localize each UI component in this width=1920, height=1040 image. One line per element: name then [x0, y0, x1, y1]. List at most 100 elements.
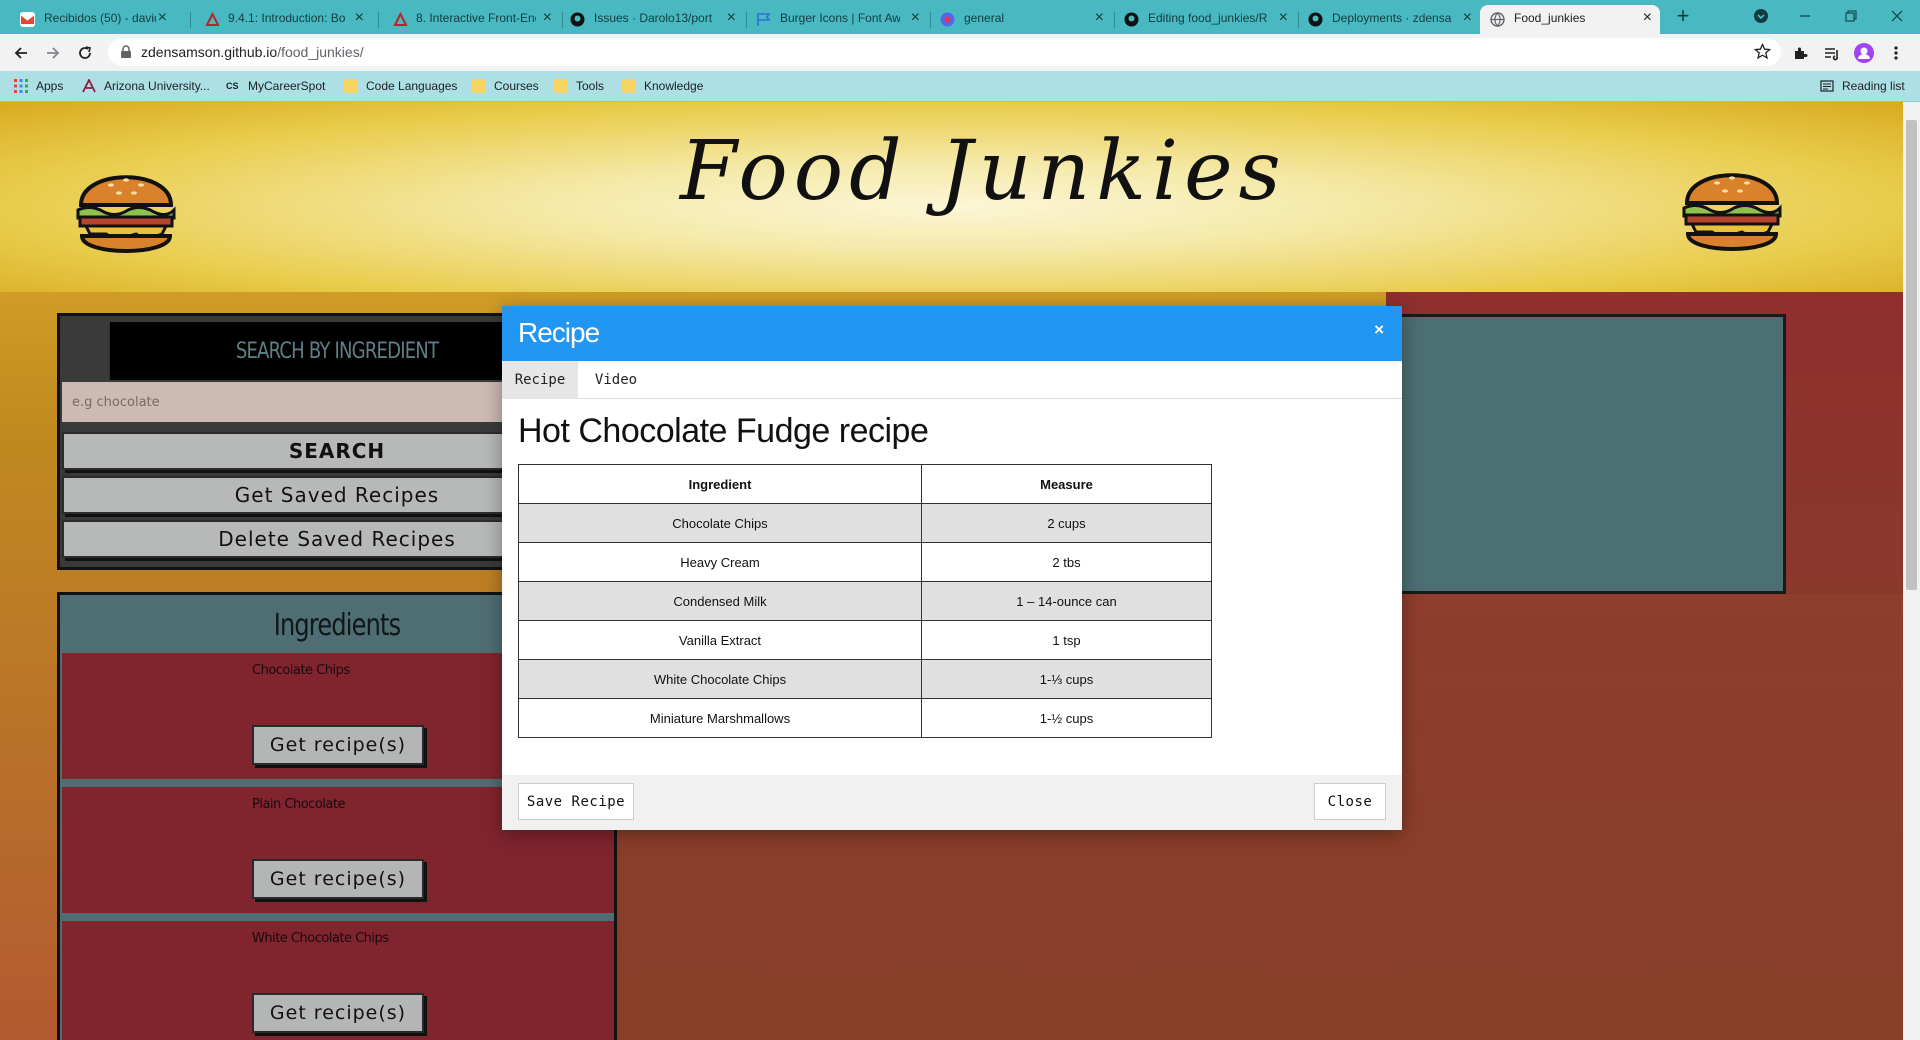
bookmark-star-icon[interactable]: [1753, 42, 1772, 65]
ingredient-cell: Condensed Milk: [518, 581, 922, 621]
bookmark-label: Tools: [576, 79, 605, 93]
lock-icon[interactable]: [120, 45, 132, 64]
close-tab-icon[interactable]: ×: [355, 10, 364, 26]
close-tab-icon[interactable]: ×: [911, 10, 920, 26]
browser-tab[interactable]: general ×: [932, 5, 1112, 34]
bookmark-arizona-university[interactable]: Arizona University...: [82, 77, 210, 95]
tab-recipe[interactable]: Recipe: [502, 361, 578, 399]
page-viewport: Food Junkies SEARCH BY INGREDIENT SEARCH…: [0, 102, 1903, 1040]
table-row: Miniature Marshmallows 1-½ cups: [518, 698, 1212, 738]
browser-tab-active[interactable]: Food_junkies ×: [1480, 5, 1660, 34]
measure-cell: 1 tsp: [921, 620, 1212, 660]
close-tab-icon[interactable]: ×: [543, 10, 552, 26]
github-icon: [1308, 12, 1323, 27]
globe-icon: [1490, 12, 1505, 27]
url-text: zdensamson.github.io/food_junkies/: [141, 44, 364, 60]
ingredient-cell: Chocolate Chips: [518, 503, 922, 543]
tab-separator: [378, 12, 379, 28]
bookmark-apps[interactable]: Apps: [14, 77, 63, 95]
recipe-modal: Recipe × Recipe Video Hot Chocolate Fudg…: [502, 306, 1402, 830]
cs-icon: CS: [226, 81, 239, 91]
folder-icon: [344, 79, 358, 93]
minimize-icon[interactable]: [1790, 5, 1820, 27]
restore-icon[interactable]: [1836, 5, 1866, 27]
menu-kebab-icon[interactable]: [1883, 40, 1909, 66]
tab-separator: [562, 12, 563, 28]
media-queue-icon[interactable]: [1819, 40, 1845, 66]
table-header-row: Ingredient Measure: [518, 464, 1212, 504]
profile-avatar[interactable]: [1851, 40, 1877, 66]
bookmark-label: MyCareerSpot: [248, 79, 326, 93]
ingredient-cell: Heavy Cream: [518, 542, 922, 582]
discord-icon: [940, 12, 955, 27]
get-recipes-button[interactable]: Get recipe(s): [252, 993, 424, 1033]
save-recipe-button[interactable]: Save Recipe: [518, 783, 634, 820]
address-bar[interactable]: zdensamson.github.io/food_junkies/: [108, 38, 1781, 66]
tab-title: Editing food_junkies/R: [1148, 11, 1268, 25]
reload-icon[interactable]: [72, 40, 98, 66]
new-tab-icon[interactable]: +: [1668, 3, 1698, 28]
browser-tab[interactable]: Issues · Darolo13/port ×: [564, 5, 744, 34]
bookmark-folder-knowledge[interactable]: Knowledge: [622, 77, 703, 95]
get-recipes-button[interactable]: Get recipe(s): [252, 859, 424, 899]
close-modal-button[interactable]: Close: [1314, 783, 1386, 820]
measure-cell: 2 cups: [921, 503, 1212, 543]
tab-title: 9.4.1: Introduction: Bo: [228, 11, 346, 25]
tab-search-icon[interactable]: [1746, 5, 1776, 27]
folder-icon: [554, 79, 568, 93]
browser-tab[interactable]: Deployments · zdensa ×: [1300, 5, 1480, 34]
bookmark-folder-courses[interactable]: Courses: [472, 77, 539, 95]
browser-tab[interactable]: Burger Icons | Font Aw ×: [748, 5, 928, 34]
reading-list[interactable]: Reading list: [1820, 77, 1905, 95]
zybooks-icon: [393, 11, 408, 27]
close-tab-icon[interactable]: ×: [1463, 10, 1472, 26]
close-tab-icon[interactable]: ×: [1095, 10, 1104, 26]
browser-tab[interactable]: 9.4.1: Introduction: Bo ×: [192, 5, 372, 34]
tab-title: Issues · Darolo13/port: [594, 11, 713, 25]
recipe-title: Hot Chocolate Fudge recipe: [518, 412, 929, 450]
reading-list-icon: [1820, 79, 1834, 93]
modal-close-icon[interactable]: ×: [1374, 320, 1384, 340]
site-title: Food Junkies: [680, 124, 1287, 219]
back-icon[interactable]: [8, 40, 34, 66]
ingredient-name: Plain Chocolate: [252, 797, 345, 812]
browser-tab[interactable]: 8. Interactive Front-End ×: [380, 5, 560, 34]
modal-footer: Save Recipe Close: [502, 775, 1402, 830]
close-window-icon[interactable]: [1882, 5, 1912, 27]
bookmark-folder-tools[interactable]: Tools: [554, 77, 604, 95]
browser-toolbar: zdensamson.github.io/food_junkies/: [0, 34, 1920, 71]
tab-title: general: [964, 11, 1005, 25]
url-path: /food_junkies/: [277, 44, 364, 60]
tab-separator: [190, 12, 191, 28]
ingredients-heading: Ingredients: [273, 607, 401, 643]
browser-tab[interactable]: Editing food_junkies/R ×: [1116, 5, 1296, 34]
ingredient-card: White Chocolate Chips Get recipe(s): [62, 921, 614, 1040]
tab-separator: [746, 12, 747, 28]
github-icon: [570, 12, 585, 27]
bookmark-label: Arizona University...: [104, 79, 210, 93]
table-row: Vanilla Extract 1 tsp: [518, 620, 1212, 660]
browser-tab[interactable]: Recibidos (50) - david ×: [0, 5, 175, 34]
table-row: Chocolate Chips 2 cups: [518, 503, 1212, 543]
table-row: White Chocolate Chips 1-⅓ cups: [518, 659, 1212, 699]
forward-icon[interactable]: [40, 40, 66, 66]
asu-icon: [82, 77, 96, 93]
close-tab-icon[interactable]: ×: [158, 10, 167, 26]
close-tab-icon[interactable]: ×: [727, 10, 736, 26]
get-recipes-button[interactable]: Get recipe(s): [252, 725, 424, 765]
ingredients-table: Ingredient Measure Chocolate Chips 2 cup…: [518, 464, 1212, 738]
close-tab-icon[interactable]: ×: [1643, 10, 1652, 26]
close-tab-icon[interactable]: ×: [1279, 10, 1288, 26]
table-row: Heavy Cream 2 tbs: [518, 542, 1212, 582]
modal-tabs: Recipe Video: [502, 361, 1402, 399]
ingredient-cell: Miniature Marshmallows: [518, 698, 922, 738]
bookmark-mycareerspot[interactable]: CS MyCareerSpot: [226, 77, 325, 95]
scrollbar-thumb[interactable]: [1906, 120, 1917, 590]
apps-grid-icon: [14, 79, 28, 93]
bookmark-folder-code-languages[interactable]: Code Languages: [344, 77, 457, 95]
column-header-measure: Measure: [921, 464, 1212, 504]
extensions-icon[interactable]: [1787, 40, 1813, 66]
tab-video[interactable]: Video: [578, 361, 654, 399]
github-icon: [1124, 12, 1139, 27]
zybooks-icon: [205, 11, 220, 27]
